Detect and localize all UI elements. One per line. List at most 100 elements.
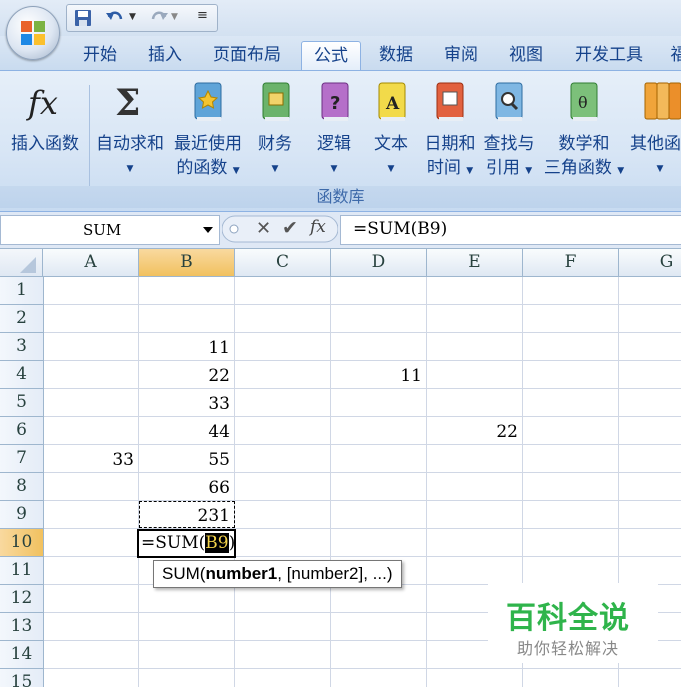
row-header-10[interactable]: 10 (0, 529, 44, 557)
column-header-e[interactable]: E (427, 249, 523, 277)
cell-d4[interactable]: 11 (331, 361, 426, 388)
lookup-label-1: 查找与 (483, 134, 535, 154)
row-header-2[interactable]: 2 (0, 305, 44, 333)
redo-dropdown-icon[interactable]: ▼ (171, 12, 178, 32)
financial-book-icon (262, 82, 290, 121)
redo-icon[interactable] (147, 8, 169, 28)
autosum-button[interactable]: Σ 自动求和 ▼ (92, 77, 168, 176)
insert-function-button[interactable]: fx 插入函数 (6, 77, 84, 156)
watermark-title: 百科全说 (506, 601, 630, 636)
enter-check-icon[interactable]: ✔ (282, 217, 298, 239)
undo-icon[interactable] (105, 8, 127, 28)
column-header-a[interactable]: A (43, 249, 139, 277)
financial-label: 财务 (258, 134, 292, 154)
financial-button[interactable]: 财务 ▼ (251, 77, 299, 176)
tab-view[interactable]: 视图 (498, 41, 554, 69)
tab-formulas[interactable]: 公式 (301, 41, 361, 70)
cell-a7[interactable]: 33 (43, 445, 138, 472)
more-functions-button[interactable]: 其他函 ▼ (630, 77, 681, 176)
tab-data[interactable]: 数据 (368, 41, 424, 69)
svg-text:A: A (385, 94, 400, 114)
gridline (426, 277, 427, 687)
office-button[interactable] (6, 6, 60, 60)
undo-dropdown-icon[interactable]: ▼ (129, 12, 136, 32)
cancel-icon[interactable]: ✕ (256, 218, 271, 239)
tab-review[interactable]: 审阅 (433, 41, 489, 69)
logical-button[interactable]: ? 逻辑 ▼ (310, 77, 358, 176)
selected-reference: B9 (205, 533, 229, 553)
column-header-b[interactable]: B (139, 249, 235, 277)
watermark-subtitle: 助你轻松解决 (517, 639, 620, 658)
cell-b7[interactable]: 55 (139, 445, 234, 472)
cell-e6[interactable]: 22 (427, 417, 522, 444)
column-header-g[interactable]: G (619, 249, 681, 277)
datetime-button[interactable]: 日期和 时间 ▼ (422, 77, 478, 183)
more-books-icon (644, 82, 681, 120)
column-header-c[interactable]: C (235, 249, 331, 277)
more-functions-label: 其他函 (630, 134, 681, 154)
row-header-9[interactable]: 9 (0, 501, 44, 529)
select-all-corner[interactable] (0, 249, 43, 277)
svg-text:Σ: Σ (115, 82, 140, 124)
cell-b8[interactable]: 66 (139, 473, 234, 500)
math-trig-button[interactable]: θ 数学和 三角函数 ▼ (541, 77, 627, 183)
cell-b4[interactable]: 22 (139, 361, 234, 388)
row-header-8[interactable]: 8 (0, 473, 44, 501)
customize-qat-icon[interactable]: ≡ (197, 8, 208, 28)
row-header-11[interactable]: 11 (0, 557, 44, 585)
svg-text:fx: fx (26, 84, 58, 122)
insert-function-fx-icon[interactable]: fx (310, 217, 326, 237)
fx-icon: fx (26, 84, 58, 122)
cell-b5[interactable]: 33 (139, 389, 234, 416)
chevron-down-icon: ▼ (656, 164, 664, 174)
column-header-d[interactable]: D (331, 249, 427, 277)
row-header-14[interactable]: 14 (0, 641, 44, 669)
tab-home[interactable]: 开始 (72, 41, 128, 69)
lookup-button[interactable]: 查找与 引用 ▼ (480, 77, 538, 183)
tab-page-layout[interactable]: 页面布局 (203, 41, 291, 69)
cell-b3[interactable]: 11 (139, 333, 234, 360)
row-header-7[interactable]: 7 (0, 445, 44, 473)
sigma-icon: Σ (115, 82, 140, 124)
row-header-15[interactable]: 15 (0, 669, 44, 687)
quick-access-toolbar: ▼ ▼ ≡ (66, 4, 218, 32)
row-header-4[interactable]: 4 (0, 361, 44, 389)
column-header-f[interactable]: F (523, 249, 619, 277)
formula-input[interactable]: =SUM(B9) (340, 215, 681, 245)
row-header-3[interactable]: 3 (0, 333, 44, 361)
recently-used-button[interactable]: 最近使用 的函数 ▼ (170, 77, 246, 183)
logical-label: 逻辑 (317, 134, 351, 154)
office-logo-icon (21, 21, 45, 45)
chevron-down-icon[interactable] (203, 227, 213, 233)
row-header-13[interactable]: 13 (0, 613, 44, 641)
chevron-down-icon: ▼ (126, 164, 134, 174)
ribbon-group-label: 函数库 (0, 186, 681, 208)
chevron-down-icon: ▼ (271, 164, 279, 174)
lookup-book-icon (495, 82, 523, 121)
datetime-label-1: 日期和 (424, 134, 476, 154)
text-button[interactable]: A 文本 ▼ (367, 77, 415, 176)
star-book-icon (194, 82, 222, 121)
formula-buttons: ✕ ✔ fx (221, 215, 339, 243)
tab-more[interactable]: 福 (664, 41, 681, 69)
calendar-book-icon (436, 82, 464, 121)
lookup-label-2: 引用 ▼ (485, 158, 533, 178)
function-tooltip[interactable]: SUM(number1, [number2], ...) (153, 560, 402, 588)
row-header-6[interactable]: 6 (0, 417, 44, 445)
name-box[interactable]: SUM (0, 215, 220, 245)
tab-developer[interactable]: 开发工具 (564, 41, 654, 69)
tooltip-current-arg[interactable]: number1 (205, 564, 277, 583)
row-header-12[interactable]: 12 (0, 585, 44, 613)
text-book-icon: A (378, 82, 406, 121)
cell-b6[interactable]: 44 (139, 417, 234, 444)
gridline (234, 277, 235, 687)
logical-book-icon: ? (321, 82, 349, 121)
chevron-down-icon: ▼ (387, 164, 395, 174)
tab-insert[interactable]: 插入 (137, 41, 193, 69)
watermark: 百科全说 助你轻松解决 (488, 583, 658, 663)
save-icon[interactable] (73, 8, 93, 28)
row-header-5[interactable]: 5 (0, 389, 44, 417)
math-label-2: 三角函数 ▼ (543, 158, 625, 178)
cell-b10-editor[interactable]: =SUM(B9) (137, 529, 236, 558)
row-header-1[interactable]: 1 (0, 277, 44, 305)
